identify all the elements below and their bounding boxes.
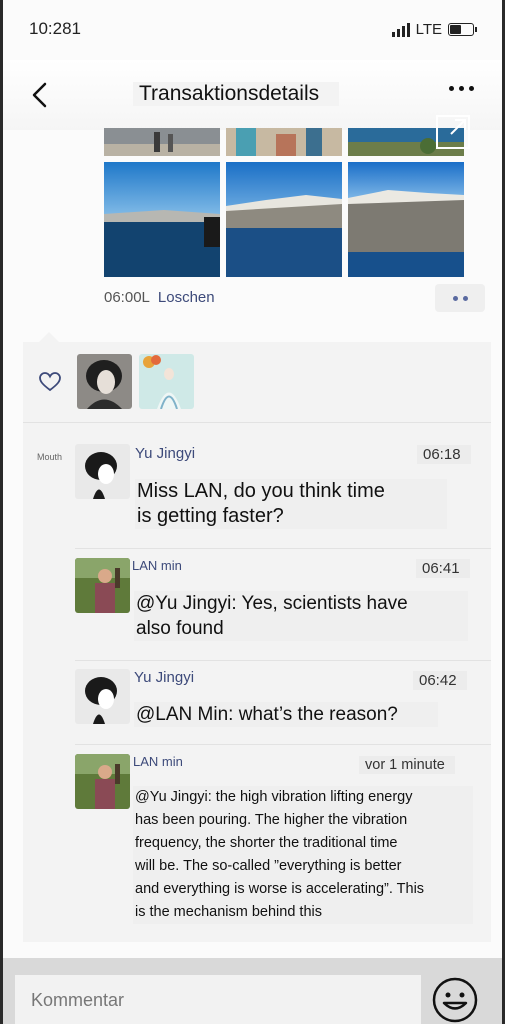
comment-time: 06:41	[416, 559, 470, 578]
photo-thumbnail[interactable]	[104, 128, 220, 156]
heart-icon[interactable]	[39, 372, 61, 392]
photo-thumbnail[interactable]	[226, 162, 342, 277]
battery-icon	[448, 23, 477, 36]
divider	[23, 422, 491, 423]
comment-text: @LAN Min: what’s the reason?	[134, 702, 438, 727]
photo-grid	[104, 128, 464, 277]
commenter-name[interactable]: LAN min	[132, 558, 182, 573]
comment-line: @Yu Jingyi: the high vibration lifting e…	[135, 789, 413, 805]
comment-line: has been pouring. The higher the vibrati…	[135, 812, 408, 828]
signal-icon	[391, 22, 410, 37]
comment-line: @Yu Jingyi: Yes, scientists have	[136, 593, 408, 614]
photo-thumbnail[interactable]	[226, 128, 342, 156]
post-more-button[interactable]	[435, 284, 485, 312]
more-icon[interactable]	[449, 86, 474, 91]
comment-time: vor 1 minute	[359, 756, 455, 774]
comment-line: and everything is worse is accelerating”…	[135, 881, 425, 897]
commenter-avatar[interactable]	[75, 754, 130, 809]
status-time: 10:281	[29, 19, 81, 38]
comment-bar	[3, 958, 502, 1024]
liker-avatar[interactable]	[77, 354, 132, 409]
comment-text: @Yu Jingyi: the high vibration lifting e…	[133, 786, 473, 924]
post-meta: 06:00L Loschen	[104, 289, 215, 306]
comment-label: Mouth	[37, 452, 63, 462]
panel-arrow	[39, 332, 59, 342]
commenter-avatar[interactable]	[75, 444, 130, 499]
divider	[75, 548, 491, 549]
expand-icon[interactable]	[435, 114, 471, 150]
comment-line: will be. The so-called ”everything is be…	[135, 858, 402, 874]
liker-avatar[interactable]	[139, 354, 194, 409]
comment-input[interactable]	[15, 975, 421, 1024]
photo-thumbnail[interactable]	[104, 162, 220, 277]
commenter-name[interactable]: Yu Jingyi	[135, 445, 195, 462]
nav-bar: Transaktionsdetails	[3, 60, 502, 130]
comment-line: is the mechanism behind this	[135, 904, 322, 920]
comment-time: 06:18	[417, 445, 471, 464]
back-icon[interactable]	[25, 78, 55, 112]
divider	[75, 744, 491, 745]
comment-line: Miss LAN, do you think time	[137, 480, 385, 502]
photo-thumbnail[interactable]	[348, 162, 464, 277]
commenter-name[interactable]: LAN min	[133, 754, 183, 769]
commenter-avatar[interactable]	[75, 669, 130, 724]
post-time: 06:00L	[104, 289, 150, 306]
comment-text: Miss LAN, do you think time is getting f…	[135, 479, 447, 529]
app-frame: 10:281 LTE Transaktionsdetails 06:00L Lo…	[0, 0, 505, 1024]
comment-line: also found	[136, 618, 224, 639]
network-label: LTE	[415, 21, 442, 38]
emoji-icon[interactable]	[431, 976, 479, 1024]
status-indicators: LTE	[391, 21, 477, 38]
page-title: Transaktionsdetails	[133, 82, 340, 106]
comment-line: @LAN Min: what’s the reason?	[136, 704, 398, 725]
commenter-avatar[interactable]	[75, 558, 130, 613]
divider	[75, 660, 491, 661]
status-bar: 10:281 LTE	[3, 0, 502, 60]
commenter-name[interactable]: Yu Jingyi	[134, 669, 194, 686]
comment-line: is getting faster?	[137, 505, 284, 527]
comment-line: frequency, the shorter the traditional t…	[135, 835, 398, 851]
delete-link[interactable]: Loschen	[158, 289, 215, 306]
comment-time: 06:42	[413, 671, 467, 690]
comment-text: @Yu Jingyi: Yes, scientists have also fo…	[134, 591, 468, 641]
